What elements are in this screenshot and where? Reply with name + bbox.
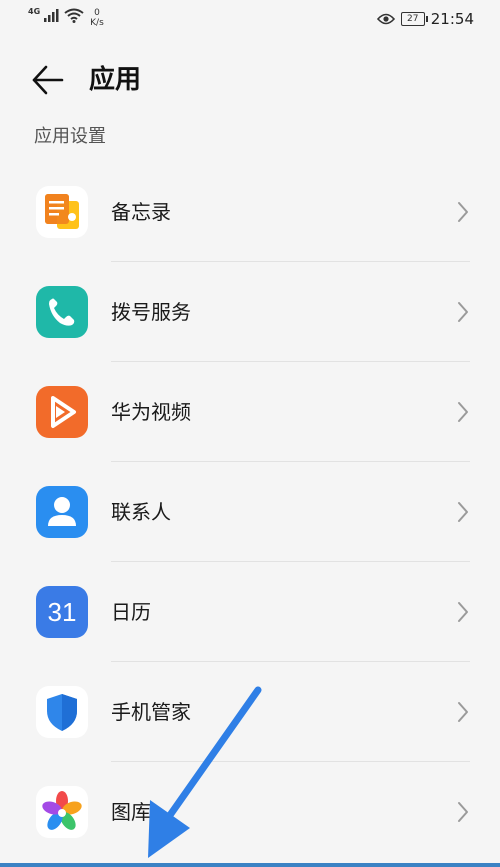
chevron-right-icon — [458, 202, 468, 222]
contact-icon — [36, 486, 88, 538]
list-item-label: 图库 — [111, 800, 151, 824]
battery-icon: 27 — [400, 12, 428, 26]
status-right: 27 21:54 — [376, 10, 474, 28]
clock: 21:54 — [430, 10, 474, 28]
chevron-right-icon — [458, 802, 468, 822]
title-bar: 应用 — [0, 50, 500, 110]
app-list: 备忘录 拨号服务 华为视频 联系人 31 日历 手机管家 图库 — [0, 162, 500, 862]
notepad-icon — [36, 186, 88, 238]
status-left: 4G 0 K/s — [28, 7, 104, 29]
list-item-notepad[interactable]: 备忘录 — [0, 162, 500, 262]
network-speed-unit: K/s — [90, 18, 104, 28]
list-item-label: 拨号服务 — [111, 300, 191, 324]
battery-level: 27 — [407, 14, 419, 24]
wifi-icon — [64, 8, 84, 23]
status-bar: 4G 0 K/s 27 21:54 — [0, 0, 500, 40]
chevron-right-icon — [458, 702, 468, 722]
list-item-gallery[interactable]: 图库 — [0, 762, 500, 862]
eye-comfort-icon — [376, 13, 395, 25]
calendar-icon: 31 — [36, 586, 88, 638]
calendar-icon-date: 31 — [47, 596, 77, 627]
signal-strength-icon — [44, 9, 59, 22]
network-speed-value: 0 — [94, 8, 100, 18]
network-speed: 0 K/s — [90, 8, 104, 28]
list-item-label: 联系人 — [111, 500, 171, 524]
section-header: 应用设置 — [34, 126, 106, 147]
back-arrow-icon — [32, 65, 64, 95]
list-item-label: 手机管家 — [111, 700, 191, 724]
list-item-dialer[interactable]: 拨号服务 — [0, 262, 500, 362]
list-item-contacts[interactable]: 联系人 — [0, 462, 500, 562]
page-title: 应用 — [89, 65, 142, 95]
network-type-label: 4G — [28, 7, 41, 16]
list-item-phone-manager[interactable]: 手机管家 — [0, 662, 500, 762]
video-play-icon — [36, 386, 88, 438]
list-item-huawei-video[interactable]: 华为视频 — [0, 362, 500, 462]
chevron-right-icon — [458, 502, 468, 522]
back-button[interactable] — [30, 62, 66, 98]
gallery-flower-icon — [36, 786, 88, 838]
bottom-edge-bar — [0, 863, 500, 867]
chevron-right-icon — [458, 602, 468, 622]
chevron-right-icon — [458, 302, 468, 322]
list-item-calendar[interactable]: 31 日历 — [0, 562, 500, 662]
chevron-right-icon — [458, 402, 468, 422]
phone-icon — [36, 286, 88, 338]
shield-icon — [36, 686, 88, 738]
list-item-label: 华为视频 — [111, 400, 191, 424]
list-item-label: 日历 — [111, 600, 151, 624]
list-item-label: 备忘录 — [111, 200, 171, 224]
